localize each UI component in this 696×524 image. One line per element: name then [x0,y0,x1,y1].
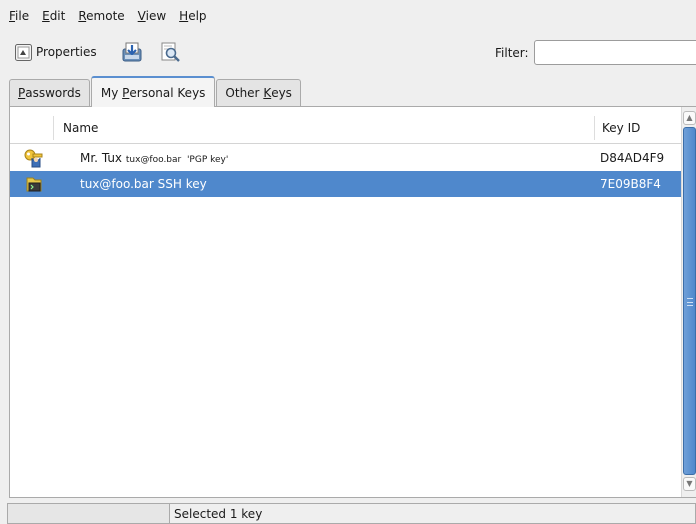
tab-passwords[interactable]: Passwords [9,79,90,106]
column-keyid-header[interactable]: Key ID [602,121,640,135]
key-list: Name Key ID Mr. Tux tux@foo.bar 'PGP key… [9,106,696,498]
properties-label: Properties [36,45,97,59]
status-progress [7,503,170,524]
properties-button[interactable]: Properties [14,40,97,64]
status-text: Selected 1 key [170,503,696,524]
toolbar: Properties Filter: [0,34,696,70]
key-id: D84AD4F9 [600,151,665,165]
menu-help[interactable]: Help [179,9,206,23]
vertical-scrollbar[interactable]: ▲ ▼ [681,107,696,497]
menu-edit[interactable]: Edit [42,9,65,23]
key-detail: tux@foo.bar 'PGP key' [125,155,229,165]
tab-other-keys[interactable]: Other Keys [216,79,301,106]
search-icon [161,42,180,62]
pgp-key-icon [24,149,43,168]
column-separator [53,116,54,140]
key-name: tux@foo.bar SSH key [80,177,207,191]
search-remote-button[interactable] [157,39,183,65]
scroll-up-arrow-icon[interactable]: ▲ [683,111,696,125]
key-id: 7E09B8F4 [600,177,661,191]
column-name-header[interactable]: Name [63,121,98,135]
properties-icon [15,43,32,61]
column-separator [594,116,595,140]
menu-remote[interactable]: Remote [78,9,124,23]
menu-file[interactable]: File [9,9,29,23]
scrollbar-thumb[interactable] [683,127,696,475]
status-bar: Selected 1 key [0,500,696,524]
column-header: Name Key ID [10,112,681,144]
import-button[interactable] [119,39,145,65]
grip-icon [687,298,693,306]
table-row-selected[interactable]: tux@foo.bar SSH key 7E09B8F4 [10,171,681,197]
filter-label: Filter: [495,46,529,60]
table-row[interactable]: Mr. Tux tux@foo.bar 'PGP key' D84AD4F9 [10,145,681,171]
tab-bar: Passwords My Personal Keys Other Keys [9,75,302,107]
scroll-down-arrow-icon[interactable]: ▼ [683,477,696,491]
menu-bar: File Edit Remote View Help [0,0,696,32]
tab-my-personal-keys[interactable]: My Personal Keys [90,76,216,107]
key-name: Mr. Tux [80,151,123,165]
filter-input[interactable] [534,40,696,65]
menu-view[interactable]: View [138,9,166,23]
import-icon [122,42,142,62]
ssh-key-icon [26,177,42,192]
